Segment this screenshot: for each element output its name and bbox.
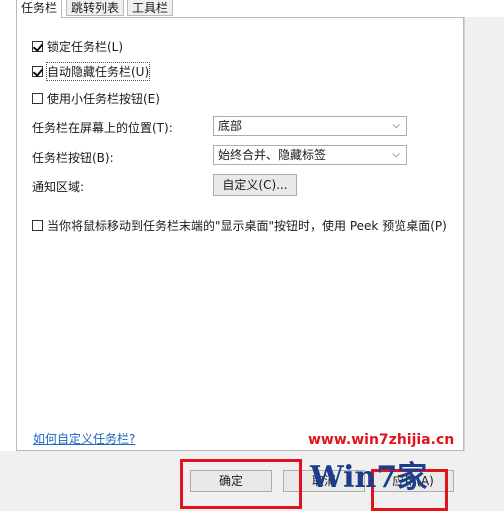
auto-hide-label: 自动隐藏任务栏(U) [45,61,151,81]
auto-hide-option[interactable]: 自动隐藏任务栏(U) [32,61,151,81]
lock-taskbar-checkbox[interactable] [32,40,43,52]
peek-checkbox[interactable] [32,219,43,231]
tab-bar: 任务栏 跳转列表 工具栏 [0,0,504,18]
small-buttons-checkbox[interactable] [32,92,43,104]
small-buttons-option[interactable]: 使用小任务栏按钮(E) [32,89,160,107]
position-value: 底部 [218,119,243,133]
customize-notify-button[interactable]: 自定义(C)... [213,174,297,196]
peek-option[interactable]: 当你将鼠标移动到任务栏末端的"显示桌面"按钮时，使用 Peek 预览桌面(P) [32,216,447,234]
tab-toolbars[interactable]: 工具栏 [127,0,174,16]
tab-jumplist[interactable]: 跳转列表 [66,0,125,16]
watermark-url: www.win7zhijia.cn [308,432,455,448]
highlight-ok-box [180,459,302,509]
buttons-mode-label: 任务栏按钮(B): [32,151,114,165]
buttons-mode-select[interactable]: 始终合并、隐藏标签 ⌵ [213,145,407,165]
lock-taskbar-label: 锁定任务栏(L) [47,39,124,54]
peek-label: 当你将鼠标移动到任务栏末端的"显示桌面"按钮时，使用 Peek 预览桌面(P) [47,218,447,233]
chevron-down-icon: ⌵ [392,149,400,160]
position-select[interactable]: 底部 ⌵ [213,116,407,136]
window-right-edge [464,17,504,451]
watermark-logo-text: Win7 [310,460,398,495]
taskbar-settings-panel [16,17,464,451]
chevron-down-icon: ⌵ [392,120,400,131]
auto-hide-checkbox[interactable] [32,65,43,77]
buttons-mode-value: 始终合并、隐藏标签 [218,148,327,162]
position-label: 任务栏在屏幕上的位置(T): [32,121,173,135]
tab-taskbar[interactable]: 任务栏 [16,0,63,18]
help-link[interactable]: 如何自定义任务栏? [33,430,135,447]
lock-taskbar-option[interactable]: 锁定任务栏(L) [32,37,123,55]
small-buttons-label: 使用小任务栏按钮(E) [47,91,160,106]
watermark-logo: Win7家 [310,452,427,496]
watermark-logo-suffix: 家 [397,460,428,495]
notify-area-label: 通知区域: [32,180,85,194]
